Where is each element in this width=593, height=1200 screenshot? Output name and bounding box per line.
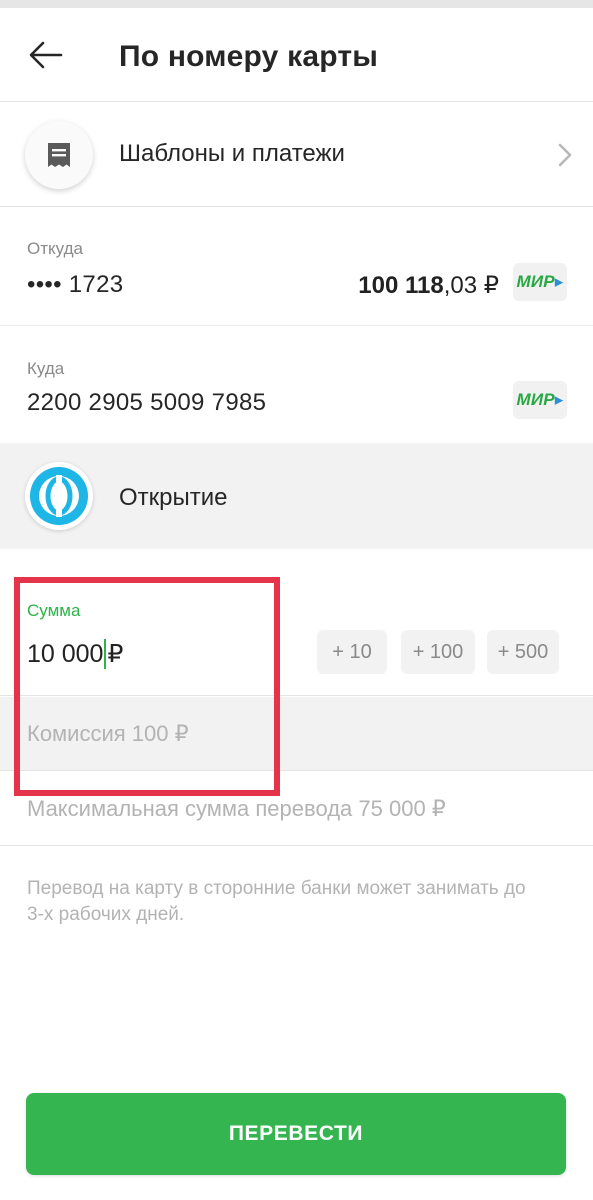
from-label: Откуда [27, 239, 83, 258]
mir-arrow-glyph: ▸ [554, 272, 564, 291]
source-card-balance: 100 118,03 ₽ [358, 271, 499, 300]
app-header: По номеру карты [0, 8, 593, 102]
templates-and-payments-row[interactable]: Шаблоны и платежи [0, 102, 593, 207]
add-100-button[interactable]: + 100 [401, 630, 475, 674]
chevron-right-icon [558, 143, 572, 167]
amount-value: 10 000 [27, 639, 104, 668]
arrow-left-icon [29, 41, 63, 69]
templates-icon-circle [25, 121, 93, 189]
mir-logo-text: МИР [516, 390, 555, 409]
commission-text: Комиссия 100 ₽ [27, 721, 189, 746]
source-card-number: •••• 1723 [27, 271, 124, 298]
destination-card-number: 2200 2905 5009 7985 [27, 389, 267, 416]
amount-label: Сумма [27, 601, 81, 620]
balance-decimal: ,03 ₽ [443, 272, 499, 299]
status-bar-strip [0, 0, 593, 8]
balance-integer: 100 118 [358, 272, 444, 299]
amount-section: Сумма 10 000 ₽ + 10 + 100 + 500 [0, 549, 593, 696]
transfer-submit-button[interactable]: ПЕРЕВЕСТИ [26, 1093, 566, 1175]
mir-logo-icon: МИР ▸ [513, 263, 567, 301]
amount-input[interactable]: 10 000 ₽ [27, 636, 123, 672]
max-amount-text: Максимальная сумма перевода 75 000 ₽ [27, 796, 446, 821]
back-button[interactable] [18, 30, 74, 80]
mir-logo-icon: МИР ▸ [513, 381, 567, 419]
receipt-icon [48, 143, 70, 167]
mir-arrow-glyph: ▸ [554, 390, 564, 409]
max-amount-row: Максимальная сумма перевода 75 000 ₽ [0, 772, 593, 846]
mir-logo-text: МИР [516, 272, 555, 291]
commission-row: Комиссия 100 ₽ [0, 697, 593, 771]
bank-name: Открытие [119, 484, 228, 511]
destination-card-field[interactable]: Куда 2200 2905 5009 7985 МИР ▸ [0, 325, 593, 443]
page-title: По номеру карты [119, 40, 379, 73]
to-label: Куда [27, 359, 65, 378]
transfer-time-note: Перевод на карту в сторонние банки может… [27, 878, 526, 925]
recipient-bank-row: Открытие [0, 443, 593, 549]
text-cursor [104, 639, 107, 669]
bank-logo-circle [25, 462, 93, 530]
source-card-selector[interactable]: Откуда •••• 1723 100 118,03 ₽ МИР ▸ [0, 207, 593, 325]
add-10-button[interactable]: + 10 [317, 630, 387, 674]
otkritie-logo-icon [30, 467, 88, 525]
templates-label: Шаблоны и платежи [119, 140, 345, 167]
add-500-button[interactable]: + 500 [487, 630, 559, 674]
amount-currency: ₽ [107, 640, 124, 668]
